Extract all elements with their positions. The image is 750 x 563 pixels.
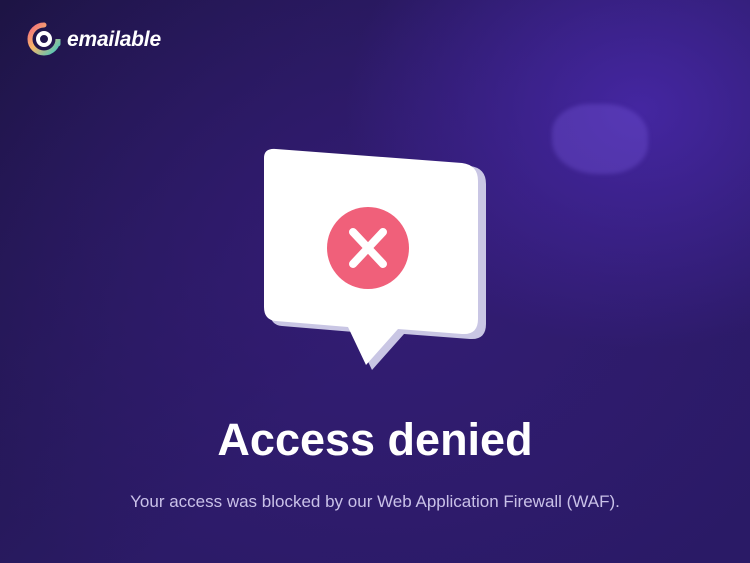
brand-logo[interactable]: emailable [27, 22, 161, 56]
background-blur-decoration [552, 104, 648, 174]
error-message: Your access was blocked by our Web Appli… [130, 492, 620, 511]
page-title: Access denied [217, 414, 533, 465]
brand-name: emailable [67, 27, 161, 51]
speech-bubble-x-icon [264, 148, 486, 370]
emailable-at-logo-icon [27, 22, 61, 56]
